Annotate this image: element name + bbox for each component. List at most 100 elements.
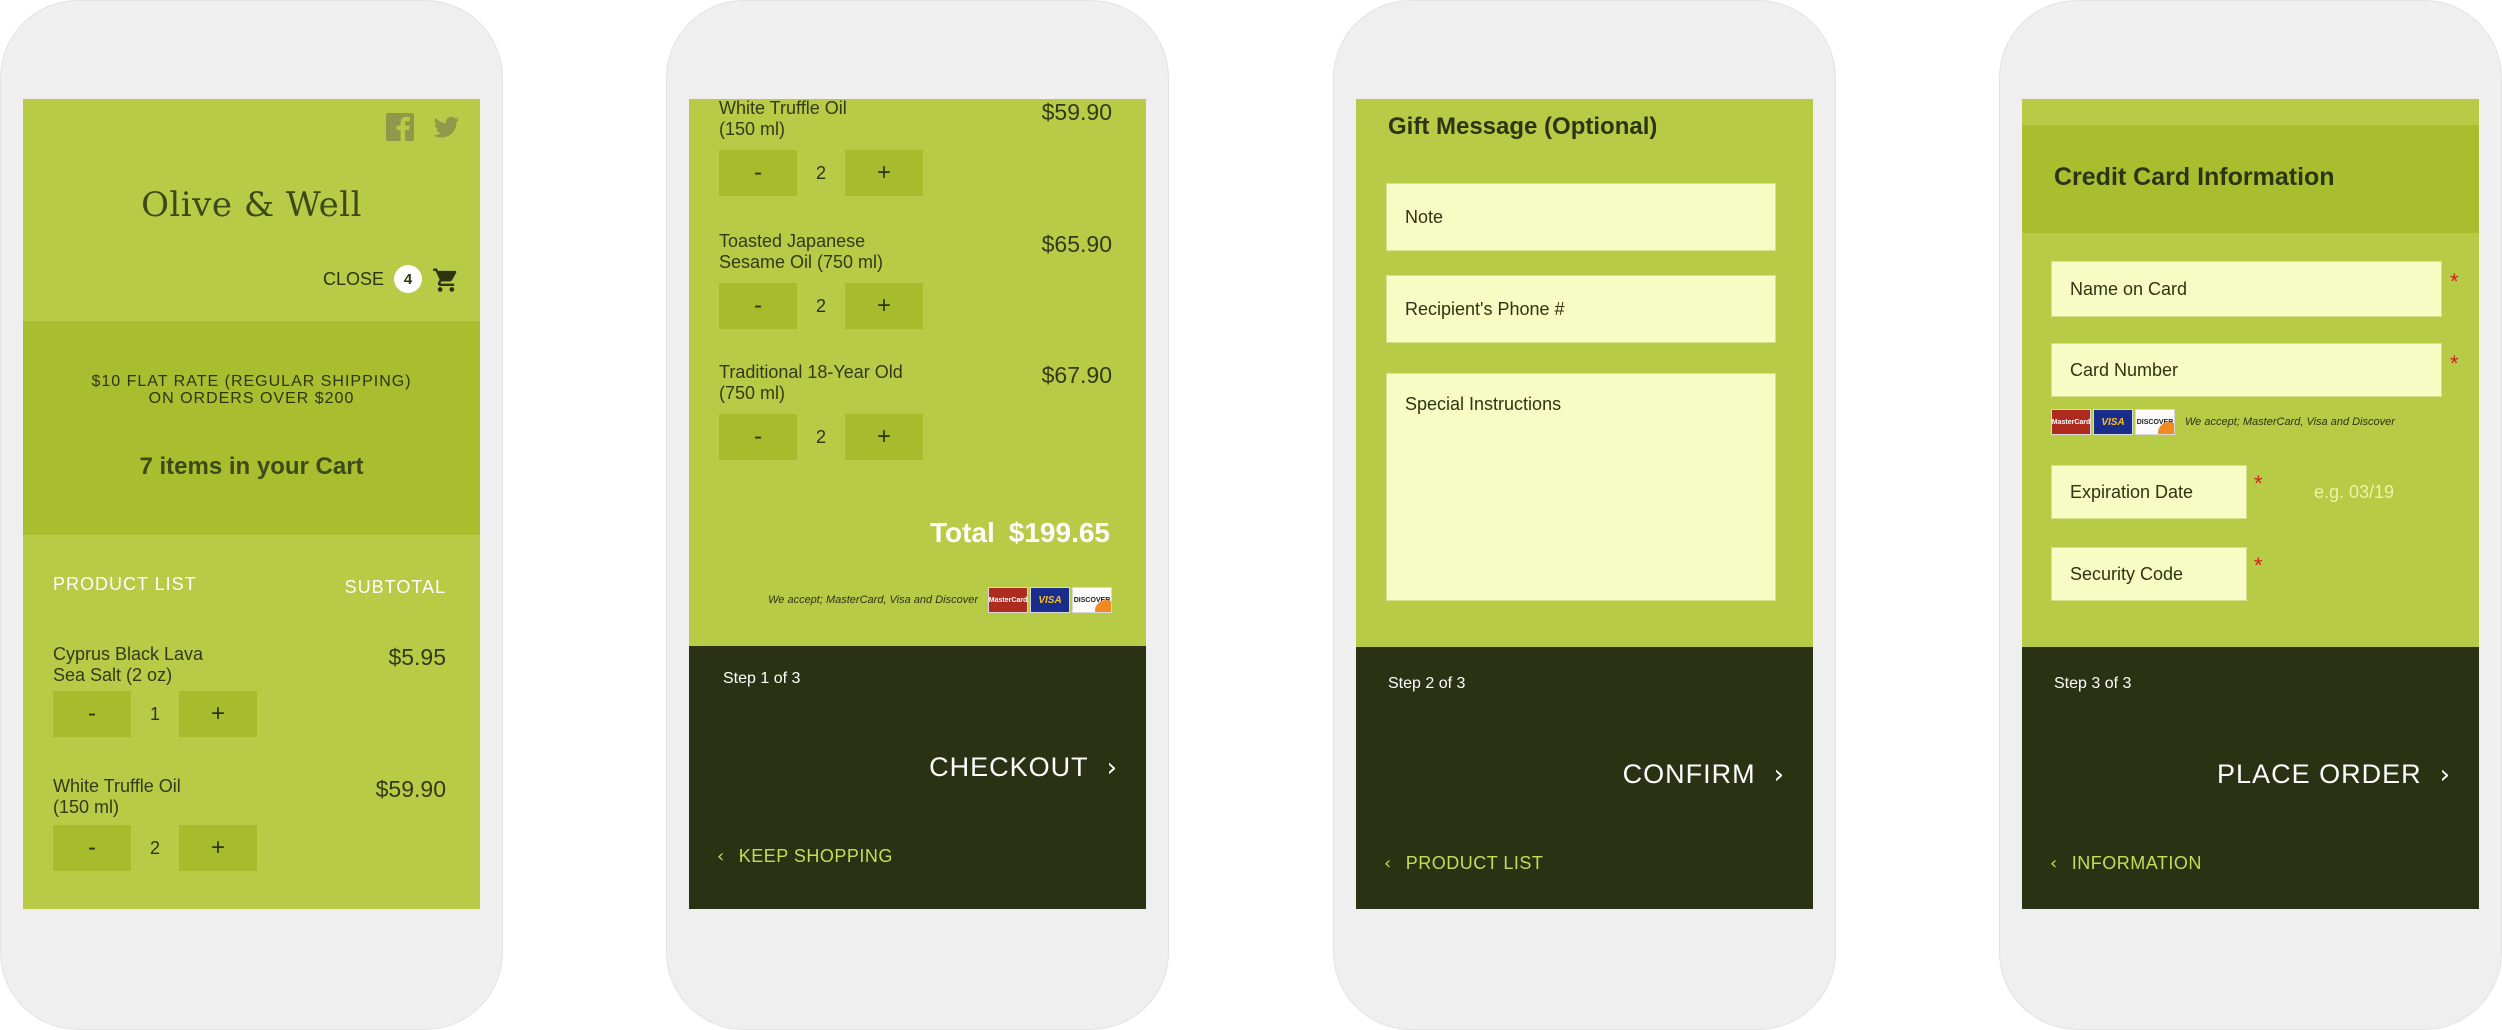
required-marker: * [2450,269,2459,294]
item-name-line: Traditional 18-Year Old [719,362,903,382]
step-footer: Step 3 of 3 PLACE ORDER › ‹ INFORMATION [2022,647,2479,909]
item-name-line: (750 ml) [719,383,786,403]
facebook-icon[interactable] [386,113,414,141]
item-name-line: Toasted Japanese [719,231,866,251]
item-name-line: Sea Salt (2 oz) [53,665,173,685]
payment-screen: Credit Card Information Name on Card * C… [2022,99,2479,909]
recipient-phone-field[interactable]: Recipient's Phone # [1386,275,1776,343]
decrease-button[interactable]: - [53,825,131,871]
information-link[interactable]: ‹ INFORMATION [2050,853,2202,874]
decrease-button[interactable]: - [719,283,797,329]
increase-button[interactable]: + [179,825,257,871]
step-footer: Step 2 of 3 CONFIRM › ‹ PRODUCT LIST [1356,647,1813,909]
list-header: PRODUCT LIST SUBTOTAL [53,574,446,598]
note-field[interactable]: Note [1386,183,1776,251]
close-label: CLOSE [322,268,384,289]
gift-screen: Gift Message (Optional) Note Recipient's… [1356,99,1813,909]
mastercard-logo: MasterCard [2051,409,2091,435]
phone-checkout: White Truffle Oil (150 ml) $59.90 - 2 + … [666,0,1169,1030]
subtotal-heading: SUBTOTAL [344,577,446,597]
quantity-value: 2 [815,295,826,316]
shipping-note: $10 FLAT RATE (REGULAR SHIPPING) ON ORDE… [23,373,480,407]
item-name-line: White Truffle Oil [53,776,181,796]
chevron-left-icon: ‹ [1384,853,1392,874]
item-name-line: Sesame Oil (750 ml) [719,252,884,272]
step-indicator: Step 1 of 3 [723,670,801,687]
increase-button[interactable]: + [845,283,923,329]
order-total: Total $199.65 [930,517,1110,549]
mastercard-logo: MasterCard [988,587,1028,613]
card-logos: MasterCard VISA DISCOVER [2051,409,2175,435]
confirm-button[interactable]: CONFIRM › [1623,759,1785,790]
credit-card-title: Credit Card Information [2054,163,2335,191]
visa-logo: VISA [1030,587,1070,613]
item-price: $67.90 [1041,362,1112,388]
required-marker: * [2254,553,2263,578]
gift-message-title: Gift Message (Optional) [1388,113,1658,140]
item-name: White Truffle Oil (150 ml) [719,99,847,140]
decrease-button[interactable]: - [719,150,797,196]
visa-logo: VISA [2093,409,2133,435]
quantity-value: 2 [815,426,826,447]
quantity-stepper: - 2 + [719,150,923,196]
item-name: White Truffle Oil (150 ml) [53,776,181,818]
discover-logo: DISCOVER [1072,587,1112,613]
accepted-cards: We accept; MasterCard, Visa and Discover… [768,587,1112,613]
quantity-value: 2 [815,162,826,183]
social-links [386,113,460,141]
item-price: $65.90 [1041,231,1112,257]
required-marker: * [2450,351,2459,376]
item-name-line: Cyprus Black Lava [53,644,204,664]
decrease-button[interactable]: - [719,414,797,460]
checkout-button[interactable]: CHECKOUT › [929,752,1118,783]
increase-button[interactable]: + [179,691,257,737]
card-logos: MasterCard VISA DISCOVER [988,587,1112,613]
decrease-button[interactable]: - [53,691,131,737]
place-order-button[interactable]: PLACE ORDER › [2217,759,2451,790]
cart-screen: Olive & Well CLOSE 4 $10 FLAT RATE (REGU… [23,99,480,909]
card-number-field[interactable]: Card Number [2051,343,2442,397]
item-name-line: White Truffle Oil [719,99,847,118]
shipping-promo: $10 FLAT RATE (REGULAR SHIPPING) ON ORDE… [23,321,480,535]
name-on-card-field[interactable]: Name on Card [2051,261,2442,317]
accepted-cards-note: We accept; MasterCard, Visa and Discover [768,594,978,606]
item-name-line: (150 ml) [719,119,786,139]
information-label: INFORMATION [2071,853,2202,873]
quantity-stepper: - 2 + [719,283,923,329]
quantity-stepper: - 2 + [719,414,923,460]
total-value: $199.65 [1008,517,1110,548]
shipping-line-2: ON ORDERS OVER $200 [148,390,355,407]
step-indicator: Step 2 of 3 [1388,675,1466,692]
increase-button[interactable]: + [845,150,923,196]
item-price: $5.95 [388,644,446,670]
phone-cart: Olive & Well CLOSE 4 $10 FLAT RATE (REGU… [0,0,503,1030]
shipping-line-1: $10 FLAT RATE (REGULAR SHIPPING) [91,373,412,390]
expiration-date-field[interactable]: Expiration Date [2051,465,2247,519]
step-indicator: Step 3 of 3 [2054,675,2132,692]
chevron-left-icon: ‹ [717,846,725,867]
cart-icon[interactable] [432,266,460,292]
item-price: $59.90 [375,776,446,802]
cart-summary: 7 items in your Cart [139,453,364,480]
chevron-right-icon: › [2439,759,2451,790]
chevron-left-icon: ‹ [2050,853,2058,874]
phone-gift: Gift Message (Optional) Note Recipient's… [1333,0,1836,1030]
cart-count-badge: 4 [394,265,422,293]
credit-card-header: Credit Card Information [2022,125,2479,233]
place-order-label: PLACE ORDER [2217,759,2422,789]
accepted-cards: MasterCard VISA DISCOVER We accept; Mast… [2051,409,2395,435]
keep-shopping-link[interactable]: ‹ KEEP SHOPPING [717,846,893,867]
product-list-link[interactable]: ‹ PRODUCT LIST [1384,853,1543,874]
item-name-line: (150 ml) [53,797,120,817]
cart-toggle[interactable]: CLOSE 4 [323,265,460,293]
product-list-heading: PRODUCT LIST [53,574,197,594]
quantity-stepper: - 1 + [53,691,257,737]
keep-shopping-label: KEEP SHOPPING [738,846,893,866]
twitter-icon[interactable] [432,113,460,141]
special-instructions-field[interactable]: Special Instructions [1386,373,1776,601]
increase-button[interactable]: + [845,414,923,460]
item-name: Traditional 18-Year Old (750 ml) [719,362,903,404]
quantity-value: 2 [149,837,160,858]
security-code-field[interactable]: Security Code [2051,547,2247,601]
discover-logo: DISCOVER [2135,409,2175,435]
